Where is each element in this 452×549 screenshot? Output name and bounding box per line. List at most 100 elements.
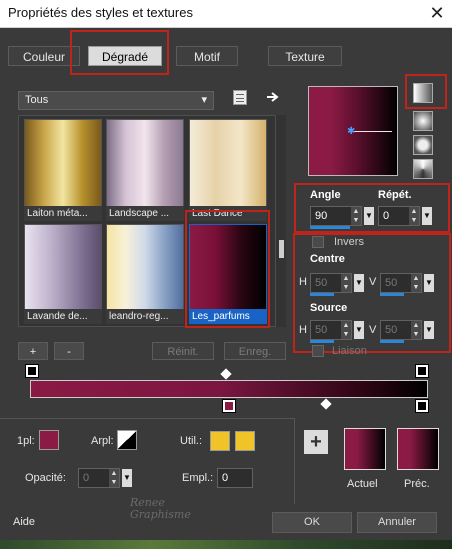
spin-arrows-icon[interactable]: ▲ ▼ — [341, 321, 351, 339]
source-h-slider[interactable] — [310, 340, 334, 343]
rectangular-style-button[interactable] — [413, 135, 433, 155]
ok-button[interactable]: OK — [272, 512, 352, 533]
gradient-thumb-label: Lavande de... — [24, 309, 102, 324]
highlight-box — [70, 30, 169, 75]
save-button[interactable]: Enreg. — [224, 342, 286, 360]
previous-label: Préc. — [404, 478, 430, 490]
invert-checkbox[interactable] — [312, 236, 324, 248]
color-stop-marker[interactable] — [415, 364, 429, 378]
opacity-label: Opacité: — [25, 472, 66, 484]
center-label: Centre — [310, 253, 345, 265]
arrow-right-icon[interactable] — [266, 90, 280, 104]
repeat-field[interactable]: 0 ▲ ▼ — [378, 206, 420, 226]
spin-arrows-icon[interactable]: ▲ ▼ — [411, 274, 421, 292]
center-v-slider[interactable] — [380, 293, 404, 296]
chevron-down-icon[interactable]: ▼ — [354, 274, 364, 292]
center-h-value: 50 — [315, 277, 328, 289]
repeat-value: 0 — [383, 210, 390, 222]
scrollbar-thumb[interactable] — [279, 240, 284, 258]
opacity-field[interactable]: 0 ▲ ▼ — [78, 468, 120, 488]
background-color-swatch[interactable] — [235, 431, 255, 451]
tab-pattern[interactable]: Motif — [176, 46, 238, 66]
add-gradient-button[interactable]: + — [18, 342, 48, 360]
arpl-label: Arpl: — [91, 435, 114, 447]
chevron-down-icon[interactable]: ▼ — [122, 469, 132, 487]
gradient-thumb-lavande[interactable] — [24, 224, 102, 312]
color-stop-marker[interactable] — [25, 364, 39, 378]
sunburst-style-button[interactable] — [413, 159, 433, 179]
source-v-slider[interactable] — [380, 340, 404, 343]
angle-label: Angle — [310, 189, 341, 201]
opl-label: 1pl: — [17, 435, 35, 447]
source-v-field[interactable]: 50 ▲ ▼ — [380, 320, 422, 340]
angle-slider[interactable] — [310, 226, 350, 229]
foreground-color-swatch[interactable] — [210, 431, 230, 451]
center-v-field[interactable]: 50 ▲ ▼ — [380, 273, 422, 293]
location-value: 0 — [222, 472, 229, 484]
source-h-field[interactable]: 50 ▲ ▼ — [310, 320, 352, 340]
empl-label: Empl.: — [182, 472, 214, 484]
gallery-scrollbar[interactable] — [276, 115, 286, 327]
chevron-down-icon[interactable]: ▼ — [364, 207, 374, 225]
center-point-icon[interactable]: ✱ — [347, 127, 355, 137]
center-v-label: V — [369, 276, 377, 288]
tab-texture[interactable]: Texture — [268, 46, 342, 66]
watermark: Renee Graphisme — [130, 497, 191, 521]
source-h-label: H — [299, 324, 307, 336]
category-select[interactable]: Tous ▾ — [18, 91, 214, 110]
spin-arrows-icon[interactable]: ▲ ▼ — [351, 207, 361, 225]
gradient-thumb-last-dance[interactable] — [189, 119, 267, 207]
source-label: Source — [310, 302, 348, 314]
gradient-preview[interactable]: ✱ — [308, 86, 398, 176]
cancel-button[interactable]: Annuler — [357, 512, 437, 533]
center-h-slider[interactable] — [310, 293, 334, 296]
reset-button[interactable]: Réinit. — [152, 342, 214, 360]
highlight-box — [185, 210, 270, 328]
window-title: Propriétés des styles et textures — [8, 5, 193, 20]
chevron-down-icon: ▾ — [201, 94, 207, 106]
radial-style-button[interactable] — [413, 111, 433, 131]
chevron-down-icon[interactable]: ▼ — [424, 274, 434, 292]
remove-gradient-button[interactable]: - — [54, 342, 84, 360]
spin-arrows-icon[interactable]: ▲ ▼ — [109, 469, 119, 487]
source-v-label: V — [369, 324, 377, 336]
previous-gradient-swatch[interactable] — [397, 428, 439, 470]
gradient-thumb-leandro[interactable] — [106, 224, 184, 312]
spin-arrows-icon[interactable]: ▲ ▼ — [341, 274, 351, 292]
background-strip — [0, 540, 452, 549]
gradient-thumb-landscape[interactable] — [106, 119, 184, 207]
stop-color-swatch[interactable] — [39, 430, 59, 450]
current-gradient-swatch[interactable] — [344, 428, 386, 470]
repeat-label: Répét. — [378, 189, 412, 201]
spin-arrows-icon[interactable]: ▲ ▼ — [411, 321, 421, 339]
highlight-box — [405, 74, 447, 109]
divider — [0, 418, 294, 419]
chevron-down-icon[interactable]: ▼ — [354, 321, 364, 339]
angle-line — [350, 131, 392, 132]
center-h-field[interactable]: 50 ▲ ▼ — [310, 273, 352, 293]
center-v-value: 50 — [385, 277, 398, 289]
book-icon[interactable] — [233, 90, 247, 105]
gradient-thumb-label: Laiton méta... — [24, 206, 102, 221]
current-label: Actuel — [347, 478, 378, 490]
gradient-thumb-label: Landscape ... — [106, 206, 184, 221]
link-checkbox[interactable] — [312, 345, 324, 357]
source-h-value: 50 — [315, 324, 328, 336]
invert-label: Invers — [334, 236, 364, 248]
color-stop-marker[interactable] — [415, 399, 429, 413]
center-h-label: H — [299, 276, 307, 288]
help-link[interactable]: Aide — [13, 516, 35, 528]
stop-mode-swatch[interactable] — [117, 430, 137, 450]
close-button[interactable]: ✕ — [423, 1, 451, 25]
color-stop-marker[interactable] — [222, 399, 236, 413]
location-field[interactable]: 0 — [217, 468, 253, 488]
add-to-palette-button[interactable]: + — [304, 430, 328, 454]
chevron-down-icon[interactable]: ▼ — [424, 321, 434, 339]
chevron-down-icon[interactable]: ▼ — [422, 207, 432, 225]
watermark-line: Graphisme — [130, 508, 191, 521]
angle-field[interactable]: 90 ▲ ▼ — [310, 206, 362, 226]
gradient-editor-bar[interactable] — [30, 380, 428, 398]
spin-arrows-icon[interactable]: ▲ ▼ — [409, 207, 419, 225]
gradient-thumb-laiton[interactable] — [24, 119, 102, 207]
opacity-value: 0 — [83, 472, 90, 484]
